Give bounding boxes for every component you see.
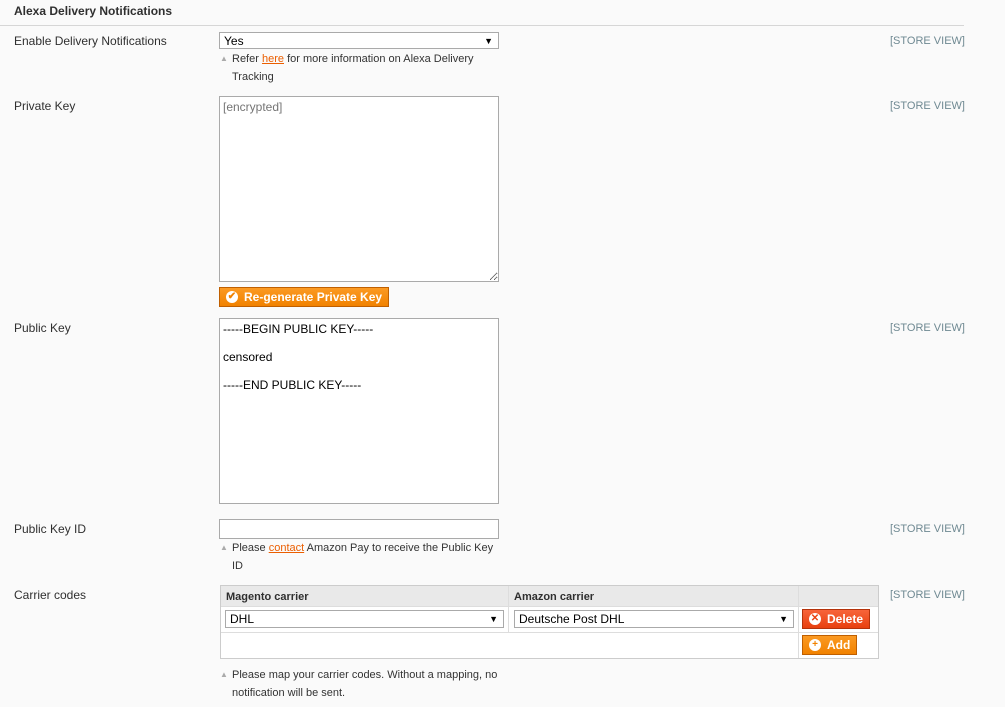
enable-note: ▲ Refer here for more information on Alex… [220, 50, 474, 86]
magento-carrier-select[interactable]: DHL ▼ [225, 610, 504, 628]
triangle-icon: ▲ [220, 54, 228, 63]
carrier-codes-table: Magento carrier Amazon carrier DHL ▼ Deut… [220, 585, 879, 659]
enable-select[interactable]: Yes ▼ [219, 32, 499, 49]
col-magento-carrier: Magento carrier [226, 591, 309, 603]
scope-label: [STORE VIEW] [890, 589, 965, 601]
amazon-carrier-select[interactable]: Deutsche Post DHL ▼ [514, 610, 794, 628]
contact-link[interactable]: contact [269, 542, 304, 554]
public-key-textarea[interactable]: -----BEGIN PUBLIC KEY----- censored ----… [219, 318, 499, 504]
public-key-id-input[interactable] [219, 519, 499, 539]
delete-button[interactable]: ✕ Delete [802, 609, 871, 629]
add-button[interactable]: + Add [802, 635, 858, 655]
column-divider [798, 586, 799, 658]
private-key-textarea[interactable] [219, 96, 499, 282]
scope-label: [STORE VIEW] [890, 35, 965, 47]
enable-label: Enable Delivery Notifications [14, 34, 167, 48]
row-divider [221, 632, 878, 633]
private-key-label: Private Key [14, 99, 76, 113]
carrier-codes-label: Carrier codes [14, 588, 87, 602]
triangle-icon: ▲ [220, 543, 228, 552]
here-link[interactable]: here [262, 53, 284, 65]
carrier-note: ▲ Please map your carrier codes. Without … [220, 666, 497, 702]
section-title: Alexa Delivery Notifications [14, 4, 173, 18]
column-divider [508, 586, 509, 632]
public-key-id-note: ▲ Please contact Amazon Pay to receive th… [220, 539, 493, 575]
delete-icon: ✕ [809, 613, 821, 625]
public-key-id-label: Public Key ID [14, 522, 87, 536]
chevron-down-icon: ▼ [489, 614, 498, 624]
scope-label: [STORE VIEW] [890, 322, 965, 334]
scope-label: [STORE VIEW] [890, 100, 965, 112]
check-circle-icon: ✔ [226, 291, 238, 303]
plus-icon: + [809, 639, 821, 651]
table-header: Magento carrier Amazon carrier [221, 586, 878, 607]
public-key-label: Public Key [14, 321, 71, 335]
enable-value: Yes [224, 34, 244, 48]
chevron-down-icon: ▼ [484, 36, 493, 46]
divider [0, 25, 964, 26]
chevron-down-icon: ▼ [779, 614, 788, 624]
scope-label: [STORE VIEW] [890, 523, 965, 535]
triangle-icon: ▲ [220, 670, 228, 679]
regenerate-private-key-button[interactable]: ✔ Re-generate Private Key [219, 287, 390, 307]
col-amazon-carrier: Amazon carrier [514, 591, 595, 603]
